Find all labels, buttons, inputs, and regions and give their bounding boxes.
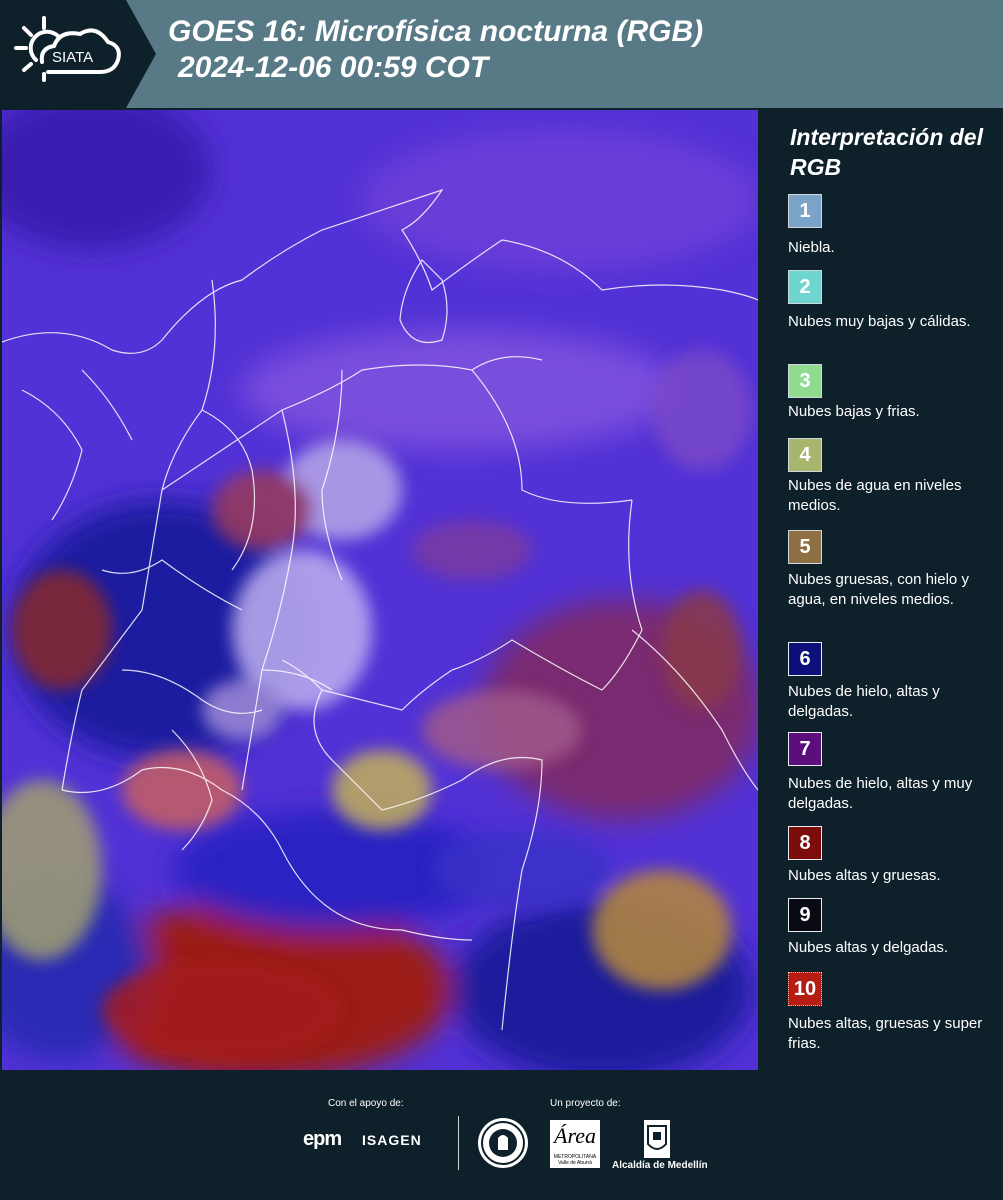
legend-label-9: Nubes altas y delgadas.: [788, 939, 949, 956]
isagen-logo: ISAGEN: [362, 1132, 422, 1148]
legend-swatch-3: 3: [788, 364, 822, 398]
legend-label-6: Nubes de hielo, altas y delgadas.: [788, 683, 940, 720]
legend-label-4: Nubes de agua en niveles medios.: [788, 477, 962, 514]
title-line-2: 2024-12-06 00:59 COT: [178, 51, 489, 84]
legend-label-1: Niebla.: [788, 239, 835, 256]
legend-label-10: Nubes altas, gruesas y super frias.: [788, 1015, 983, 1052]
header: SIATA GOES 16: Microfísica nocturna (RGB…: [0, 0, 1003, 108]
satellite-map: [2, 110, 758, 1070]
title-line-1: GOES 16: Microfísica nocturna (RGB): [168, 15, 704, 48]
legend-label-3: Nubes bajas y frias.: [788, 403, 920, 420]
legend-label-2: Nubes muy bajas y cálidas.: [788, 313, 971, 330]
legend-label-5: Nubes gruesas, con hielo y agua, en nive…: [788, 571, 969, 608]
alcaldia-shield-icon: [644, 1120, 670, 1158]
project-label: Un proyecto de:: [550, 1098, 621, 1109]
area-logo-subtitle: METROPOLITANA Valle de Aburrá: [553, 1154, 597, 1166]
legend-panel: Interpretación del RGB 1 Niebla. 2 Nubes…: [770, 110, 998, 1070]
footer-divider: [458, 1116, 459, 1170]
legend-label-7: Nubes de hielo, altas y muy delgadas.: [788, 775, 973, 812]
area-logo-text: Área: [554, 1123, 596, 1148]
siata-logo-text: SIATA: [52, 49, 93, 66]
legend-swatch-4: 4: [788, 438, 822, 472]
medellin-seal-icon: [478, 1118, 528, 1168]
legend-swatch-10: 10: [788, 972, 822, 1006]
support-label: Con el apoyo de:: [328, 1098, 404, 1109]
alcaldia-medellin-text: Alcaldía de Medellín: [612, 1160, 708, 1171]
area-metropolitana-logo: Área METROPOLITANA Valle de Aburrá: [550, 1120, 600, 1168]
legend-swatch-6: 6: [788, 642, 822, 676]
siata-logo-block: SIATA: [0, 0, 126, 108]
legend-label-8: Nubes altas y gruesas.: [788, 867, 941, 884]
legend-swatch-7: 7: [788, 732, 822, 766]
legend-swatch-9: 9: [788, 898, 822, 932]
legend-swatch-1: 1: [788, 194, 822, 228]
siata-sun-cloud-icon: SIATA: [14, 16, 121, 82]
page-title: GOES 16: Microfísica nocturna (RGB) 2024…: [168, 14, 703, 86]
satellite-image: [2, 110, 758, 1070]
logo-arrow: [126, 0, 156, 108]
legend-title: Interpretación del RGB: [790, 124, 983, 180]
legend-swatch-5: 5: [788, 530, 822, 564]
legend-swatch-2: 2: [788, 270, 822, 304]
footer: Con el apoyo de: Un proyecto de: epm ISA…: [0, 1072, 1003, 1200]
legend-swatch-8: 8: [788, 826, 822, 860]
epm-logo: epm: [303, 1128, 342, 1150]
